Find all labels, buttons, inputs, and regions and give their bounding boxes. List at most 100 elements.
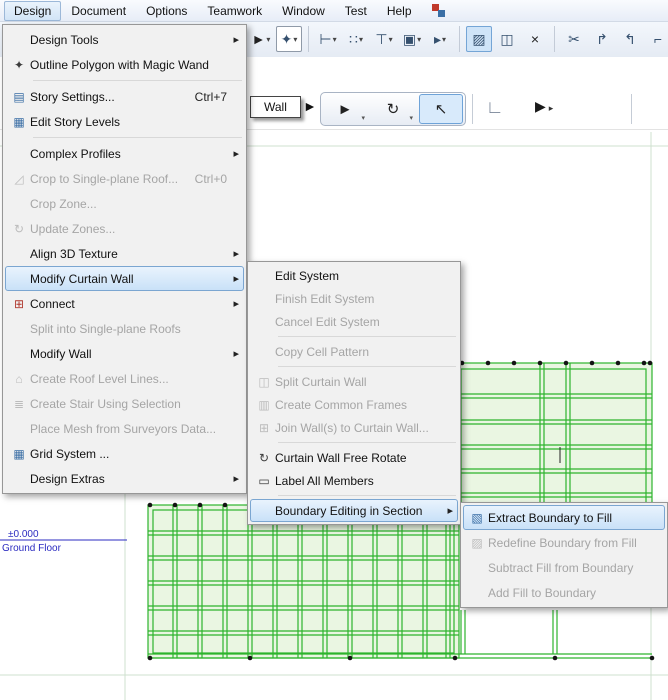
close-tool-button[interactable]: × <box>522 26 548 52</box>
menu-design[interactable]: Design <box>4 0 62 21</box>
menu-item-label: Join Wall(s) to Curtain Wall... <box>275 420 429 435</box>
menu-item-label: Update Zones... <box>30 221 116 236</box>
teamwork-status-icon[interactable] <box>431 4 445 17</box>
menu-bar: Design Document Options Teamwork Window … <box>0 0 668 22</box>
pick-tool-button[interactable]: ↖ <box>419 94 463 124</box>
more-tool-button[interactable]: ▸ <box>427 26 453 52</box>
boundary-editing-submenu: ▧ Extract Boundary to Fill ▨ Redefine Bo… <box>460 502 668 608</box>
menu-separator <box>33 80 242 81</box>
menu-item-create-common-frames[interactable]: ▥ Create Common Frames <box>250 393 458 416</box>
menu-item-create-stair[interactable]: ≣ Create Stair Using Selection <box>5 391 244 416</box>
menu-item-edit-system[interactable]: Edit System <box>250 264 458 287</box>
menu-item-modify-wall[interactable]: Modify Wall <box>5 341 244 366</box>
grid-text-icon: ◫ <box>500 30 514 47</box>
rotate-tool-button[interactable]: ↻ <box>371 94 415 124</box>
menu-item-label: Place Mesh from Surveyors Data... <box>30 421 217 436</box>
menu-item-label: Copy Cell Pattern <box>275 344 370 359</box>
wall-tool-tag[interactable]: Wall <box>250 96 301 118</box>
menu-item-shortcut: Ctrl+7 <box>194 89 227 104</box>
adjust-arrow-icon: ↱ <box>596 30 608 47</box>
menu-item-split-single-plane-roofs[interactable]: Split into Single-plane Roofs <box>5 316 244 341</box>
select-tool-button[interactable]: ► <box>248 26 274 52</box>
crop-roof-icon: ◿ <box>14 171 24 186</box>
grid-system-icon: ▦ <box>13 446 25 461</box>
menu-item-align-3d-texture[interactable]: Align 3D Texture <box>5 241 244 266</box>
marker-tool-button[interactable]: ⊤ <box>371 26 397 52</box>
menu-item-add-fill-to-boundary[interactable]: Add Fill to Boundary <box>463 580 665 605</box>
menu-help[interactable]: Help <box>377 1 422 21</box>
select-arrow-icon: ► <box>251 31 266 47</box>
menu-item-label: Curtain Wall Free Rotate <box>275 450 407 465</box>
menu-item-label: Design Tools <box>30 32 99 47</box>
menu-item-update-zones[interactable]: ↻ Update Zones... <box>5 216 244 241</box>
menu-item-label: Subtract Fill from Boundary <box>488 560 634 575</box>
arrow-tool-button[interactable]: ► <box>323 94 367 124</box>
menu-item-extract-boundary-to-fill[interactable]: ▧ Extract Boundary to Fill <box>463 505 665 530</box>
menu-item-label-all-members[interactable]: ▭ Label All Members <box>250 469 458 492</box>
free-rotate-icon: ↻ <box>258 450 270 465</box>
menu-item-boundary-editing-in-section[interactable]: Boundary Editing in Section <box>250 499 458 522</box>
menu-item-story-settings[interactable]: ▤ Story Settings... Ctrl+7 <box>5 84 244 109</box>
menu-item-label: Story Settings... <box>30 89 115 104</box>
corner-tool-button[interactable]: ⌐ <box>645 26 668 52</box>
menu-item-copy-cell-pattern[interactable]: Copy Cell Pattern <box>250 340 458 363</box>
floor-label: Ground Floor <box>2 543 62 554</box>
menu-item-label: Outline Polygon with Magic Wand <box>30 57 209 72</box>
chevron-right-icon: ▸ <box>433 30 441 47</box>
design-menu: Design Tools ✦ Outline Polygon with Magi… <box>2 24 247 494</box>
menu-item-redefine-boundary-from-fill[interactable]: ▨ Redefine Boundary from Fill <box>463 530 665 555</box>
menu-item-create-roof-level-lines[interactable]: ⌂ Create Roof Level Lines... <box>5 366 244 391</box>
menu-item-edit-story-levels[interactable]: ▦ Edit Story Levels <box>5 109 244 134</box>
menu-item-label: Edit Story Levels <box>30 114 121 129</box>
menu-item-finish-edit-system[interactable]: Finish Edit System <box>250 287 458 310</box>
elevation-label: ±0.000 <box>8 529 39 540</box>
menu-item-label: Split Curtain Wall <box>275 374 367 389</box>
menu-item-label: Grid System ... <box>30 446 110 461</box>
menu-item-design-tools[interactable]: Design Tools <box>5 27 244 52</box>
menu-item-label: Connect <box>30 296 75 311</box>
menu-item-subtract-fill-from-boundary[interactable]: Subtract Fill from Boundary <box>463 555 665 580</box>
pattern-tool-button[interactable]: ∷ <box>343 26 369 52</box>
adjust-tool-button[interactable]: ↱ <box>589 26 615 52</box>
trim-tool-button[interactable]: ↰ <box>617 26 643 52</box>
menu-item-cancel-edit-system[interactable]: Cancel Edit System <box>250 310 458 333</box>
magic-wand-tool-button[interactable]: ✦ <box>276 26 302 52</box>
menu-test[interactable]: Test <box>335 1 377 21</box>
hatch-tool-button[interactable]: ▨ <box>466 26 492 52</box>
menu-item-curtain-wall-free-rotate[interactable]: ↻ Curtain Wall Free Rotate <box>250 446 458 469</box>
menu-item-complex-profiles[interactable]: Complex Profiles <box>5 141 244 166</box>
menu-item-place-mesh[interactable]: Place Mesh from Surveyors Data... <box>5 416 244 441</box>
redefine-boundary-icon: ▨ <box>471 535 483 550</box>
menu-document[interactable]: Document <box>61 1 136 21</box>
menu-separator <box>278 495 456 496</box>
menu-item-label: Create Common Frames <box>275 397 408 412</box>
menu-item-design-extras[interactable]: Design Extras <box>5 466 244 491</box>
split-curtain-wall-icon: ◫ <box>258 374 270 389</box>
menu-item-label: Edit System <box>275 268 340 283</box>
menu-item-modify-curtain-wall[interactable]: Modify Curtain Wall <box>5 266 244 291</box>
menu-item-outline-polygon[interactable]: ✦ Outline Polygon with Magic Wand <box>5 52 244 77</box>
common-frames-icon: ▥ <box>258 397 270 412</box>
toolbar-separator <box>459 26 460 52</box>
menu-separator <box>278 336 456 337</box>
dimension-tool-button[interactable]: ⊢ <box>315 26 341 52</box>
menu-item-label: Boundary Editing in Section <box>275 503 423 518</box>
menu-window[interactable]: Window <box>272 1 335 21</box>
menu-teamwork[interactable]: Teamwork <box>197 1 272 21</box>
menu-item-crop-zone[interactable]: Crop Zone... <box>5 191 244 216</box>
menu-item-crop-single-plane-roof[interactable]: ◿ Crop to Single-plane Roof... Ctrl+0 <box>5 166 244 191</box>
menu-item-join-walls[interactable]: ⊞ Join Wall(s) to Curtain Wall... <box>250 416 458 439</box>
menu-item-connect[interactable]: ⊞ Connect <box>5 291 244 316</box>
menu-item-shortcut: Ctrl+0 <box>194 171 227 186</box>
split-tool-button[interactable]: ✂ <box>561 26 587 52</box>
rotate-icon: ↻ <box>386 101 400 118</box>
play-button[interactable]: ▶ <box>535 98 553 115</box>
menu-item-grid-system[interactable]: ▦ Grid System ... <box>5 441 244 466</box>
menu-options[interactable]: Options <box>136 1 197 21</box>
angle-ref-button[interactable]: ∟ <box>486 97 504 118</box>
menu-item-label: Align 3D Texture <box>30 246 118 261</box>
grid-text-tool-button[interactable]: ◫ <box>494 26 520 52</box>
menu-separator <box>278 366 456 367</box>
menu-item-split-curtain-wall[interactable]: ◫ Split Curtain Wall <box>250 370 458 393</box>
layers-tool-button[interactable]: ▣ <box>399 26 425 52</box>
